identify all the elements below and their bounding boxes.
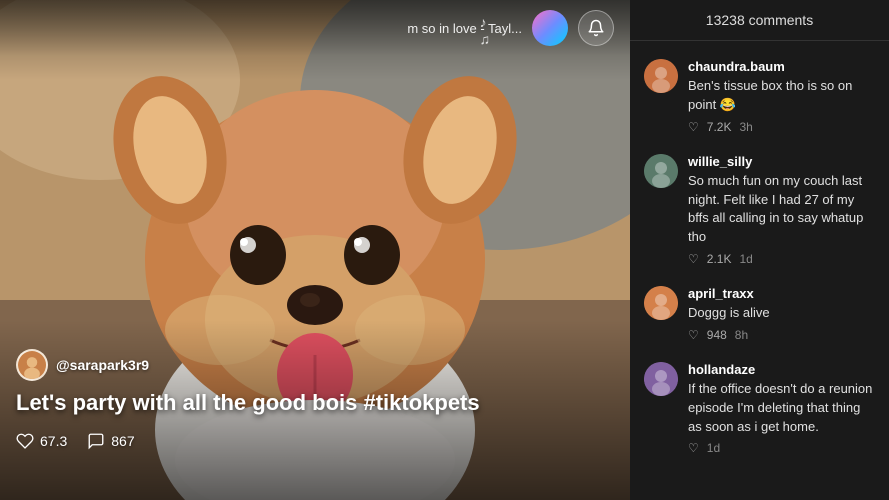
comment-item: april_traxx Doggg is alive ♡ 948 8h [630,276,889,352]
comment-content: hollandaze If the office doesn't do a re… [688,362,875,456]
music-text: m so in love - Tayl... [407,21,522,36]
comment-time: 8h [735,328,748,342]
comment-item: willie_silly So much fun on my couch las… [630,144,889,276]
likes-count[interactable]: 67.3 [16,432,67,450]
comment-avatar [644,362,678,396]
comment-meta: ♡ 1d [688,441,875,455]
heart-icon[interactable]: ♡ [688,328,699,342]
comment-avatar [644,286,678,320]
heart-icon[interactable]: ♡ [688,252,699,266]
comment-avatar [644,59,678,93]
video-actions: 67.3 867 [16,432,614,450]
video-info: @sarapark3r9 Let's party with all the go… [16,349,614,450]
comment-item: chaundra.baum Ben's tissue box tho is so… [630,49,889,144]
comment-meta: ♡ 2.1K 1d [688,252,875,266]
comment-username: april_traxx [688,286,875,301]
comments-value: 867 [111,433,134,449]
comment-username: hollandaze [688,362,875,377]
comments-panel: 13238 comments chaundra.baum Ben's tissu… [630,0,889,500]
heart-icon[interactable]: ♡ [688,441,699,455]
author-name: @sarapark3r9 [56,357,149,373]
comments-count[interactable]: 867 [87,432,134,450]
comments-count-label: 13238 comments [706,12,813,28]
comment-content: willie_silly So much fun on my couch las… [688,154,875,266]
profile-disc-button[interactable] [532,10,568,46]
comment-time: 1d [739,252,752,266]
comment-time: 1d [707,441,720,455]
comment-content: chaundra.baum Ben's tissue box tho is so… [688,59,875,134]
comment-content: april_traxx Doggg is alive ♡ 948 8h [688,286,875,342]
comments-list[interactable]: chaundra.baum Ben's tissue box tho is so… [630,41,889,500]
comment-meta: ♡ 948 8h [688,328,875,342]
video-caption: Let's party with all the good bois #tikt… [16,389,614,418]
bell-button[interactable] [578,10,614,46]
comment-text: Ben's tissue box tho is so on point 😂 [688,77,875,115]
comment-meta: ♡ 7.2K 3h [688,120,875,134]
comment-text: Doggg is alive [688,304,875,323]
author-avatar [16,349,48,381]
comments-header: 13238 comments [630,0,889,41]
author-row: @sarapark3r9 [16,349,614,381]
comment-avatar [644,154,678,188]
comment-likes: 7.2K [707,120,732,134]
comment-text: So much fun on my couch last night. Felt… [688,172,875,247]
comment-likes: 948 [707,328,727,342]
likes-value: 67.3 [40,433,67,449]
heart-icon[interactable]: ♡ [688,120,699,134]
comment-time: 3h [739,120,752,134]
comment-likes: 2.1K [707,252,732,266]
video-top-bar: ♪♫ m so in love - Tayl... [0,0,630,56]
comment-username: willie_silly [688,154,875,169]
video-panel: ♪♫ m so in love - Tayl... @sarapark3r9 L… [0,0,630,500]
comment-username: chaundra.baum [688,59,875,74]
comment-item: hollandaze If the office doesn't do a re… [630,352,889,466]
comment-text: If the office doesn't do a reunion episo… [688,380,875,437]
